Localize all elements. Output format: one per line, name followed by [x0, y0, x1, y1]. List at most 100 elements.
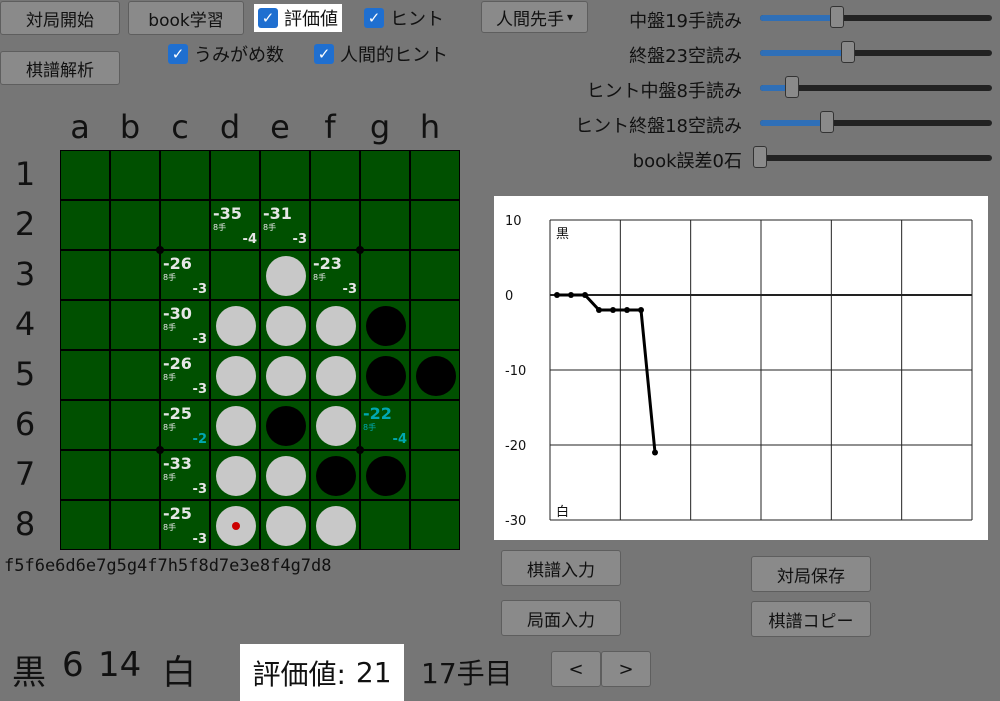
hint-cell[interactable]: -22 8手 -4	[360, 400, 410, 450]
board-cell[interactable]	[60, 350, 110, 400]
prev-move-button[interactable]: <	[551, 651, 601, 687]
hint-cell[interactable]: -26 8手 -3	[160, 250, 210, 300]
board-cell[interactable]	[310, 400, 360, 450]
row-label: 3	[14, 255, 36, 293]
eval-display-value: 21	[355, 656, 392, 689]
slider-track[interactable]	[753, 146, 992, 168]
board-cell[interactable]	[260, 250, 310, 300]
slider-thumb[interactable]	[785, 76, 800, 98]
board-cell[interactable]	[60, 200, 110, 250]
slider-track[interactable]	[760, 6, 992, 28]
book-learn-button[interactable]: book学習	[128, 1, 244, 35]
human-hint-checkbox[interactable]: ✓ 人間的ヒント	[314, 40, 448, 68]
white-disc	[266, 306, 306, 346]
board-cell[interactable]	[60, 500, 110, 550]
board-cell[interactable]	[60, 250, 110, 300]
kifu-analyze-button[interactable]: 棋譜解析	[0, 51, 120, 85]
board-cell[interactable]	[410, 200, 460, 250]
board-cell[interactable]	[410, 300, 460, 350]
board-cell[interactable]	[160, 200, 210, 250]
othello-board[interactable]: -35 8手 -4 -31 8手 -3 -26 8手 -3 -23 8手 -3 -30 8手 -3 -26 8手…	[60, 150, 460, 550]
board-cell[interactable]	[410, 450, 460, 500]
board-cell[interactable]	[410, 150, 460, 200]
human-hint-checkbox-label: 人間的ヒント	[340, 45, 448, 66]
board-cell[interactable]	[410, 400, 460, 450]
board-cell[interactable]	[360, 250, 410, 300]
hint-cell[interactable]: -31 8手 -3	[260, 200, 310, 250]
board-cell[interactable]	[110, 200, 160, 250]
board-cell[interactable]	[360, 500, 410, 550]
board-cell[interactable]	[210, 150, 260, 200]
white-disc	[266, 456, 306, 496]
board-cell[interactable]	[410, 250, 460, 300]
board-cell[interactable]	[260, 350, 310, 400]
board-cell[interactable]	[360, 300, 410, 350]
hint-cell[interactable]: -25 8手 -3	[160, 500, 210, 550]
board-cell[interactable]	[110, 250, 160, 300]
board-cell[interactable]	[260, 500, 310, 550]
board-cell[interactable]	[60, 450, 110, 500]
hint-checkbox[interactable]: ✓ ヒント	[364, 4, 444, 32]
board-cell[interactable]	[210, 400, 260, 450]
board-cell[interactable]	[360, 350, 410, 400]
star-point	[156, 446, 164, 454]
board-cell[interactable]	[360, 200, 410, 250]
board-cell[interactable]	[410, 500, 460, 550]
save-game-button[interactable]: 対局保存	[751, 556, 871, 592]
board-cell[interactable]	[260, 150, 310, 200]
umigame-checkbox[interactable]: ✓ うみがめ数	[168, 40, 284, 68]
board-cell[interactable]	[110, 300, 160, 350]
board-cell[interactable]	[310, 500, 360, 550]
copy-kifu-button[interactable]: 棋譜コピー	[751, 601, 871, 637]
board-cell[interactable]	[60, 400, 110, 450]
slider-thumb[interactable]	[829, 6, 844, 28]
board-cell[interactable]	[310, 200, 360, 250]
board-cell[interactable]	[260, 450, 310, 500]
kifu-input-button[interactable]: 棋譜入力	[501, 550, 621, 586]
row-label: 1	[14, 155, 36, 193]
board-cell[interactable]	[310, 150, 360, 200]
board-input-button[interactable]: 局面入力	[501, 600, 621, 636]
board-cell[interactable]	[360, 150, 410, 200]
slider-thumb[interactable]	[841, 41, 856, 63]
slider-thumb[interactable]	[820, 111, 835, 133]
board-cell[interactable]	[60, 300, 110, 350]
hint-cell[interactable]: -26 8手 -3	[160, 350, 210, 400]
hint-cell[interactable]: -23 8手 -3	[310, 250, 360, 300]
board-cell[interactable]	[110, 150, 160, 200]
hint-cell[interactable]: -35 8手 -4	[210, 200, 260, 250]
board-cell[interactable]	[210, 300, 260, 350]
board-cell[interactable]	[410, 350, 460, 400]
board-cell[interactable]	[260, 400, 310, 450]
board-cell[interactable]	[310, 350, 360, 400]
hint-value: -26	[163, 254, 192, 273]
board-cell[interactable]	[260, 300, 310, 350]
black-disc	[416, 356, 456, 396]
board-cell[interactable]	[360, 450, 410, 500]
eval-checkbox[interactable]: ✓ 評価値	[254, 4, 342, 32]
board-cell[interactable]	[110, 500, 160, 550]
hint-checkbox-label: ヒント	[390, 9, 444, 30]
slider-label: 中盤19手読み	[629, 11, 742, 32]
start-game-button[interactable]: 対局開始	[0, 1, 120, 35]
board-cell[interactable]	[110, 450, 160, 500]
board-cell[interactable]	[110, 400, 160, 450]
board-cell[interactable]	[210, 450, 260, 500]
board-cell[interactable]	[210, 350, 260, 400]
board-cell[interactable]	[210, 500, 260, 550]
eval-line	[557, 293, 657, 453]
board-cell[interactable]	[310, 300, 360, 350]
slider-track[interactable]	[760, 76, 992, 98]
board-cell[interactable]	[310, 450, 360, 500]
slider-thumb[interactable]	[753, 146, 767, 168]
next-move-button[interactable]: >	[601, 651, 651, 687]
slider-track[interactable]	[760, 111, 992, 133]
hint-cell[interactable]: -33 8手 -3	[160, 450, 210, 500]
board-cell[interactable]	[110, 350, 160, 400]
board-cell[interactable]	[160, 150, 210, 200]
hint-cell[interactable]: -25 8手 -2	[160, 400, 210, 450]
board-cell[interactable]	[60, 150, 110, 200]
slider-track[interactable]	[760, 41, 992, 63]
hint-cell[interactable]: -30 8手 -3	[160, 300, 210, 350]
board-cell[interactable]	[210, 250, 260, 300]
